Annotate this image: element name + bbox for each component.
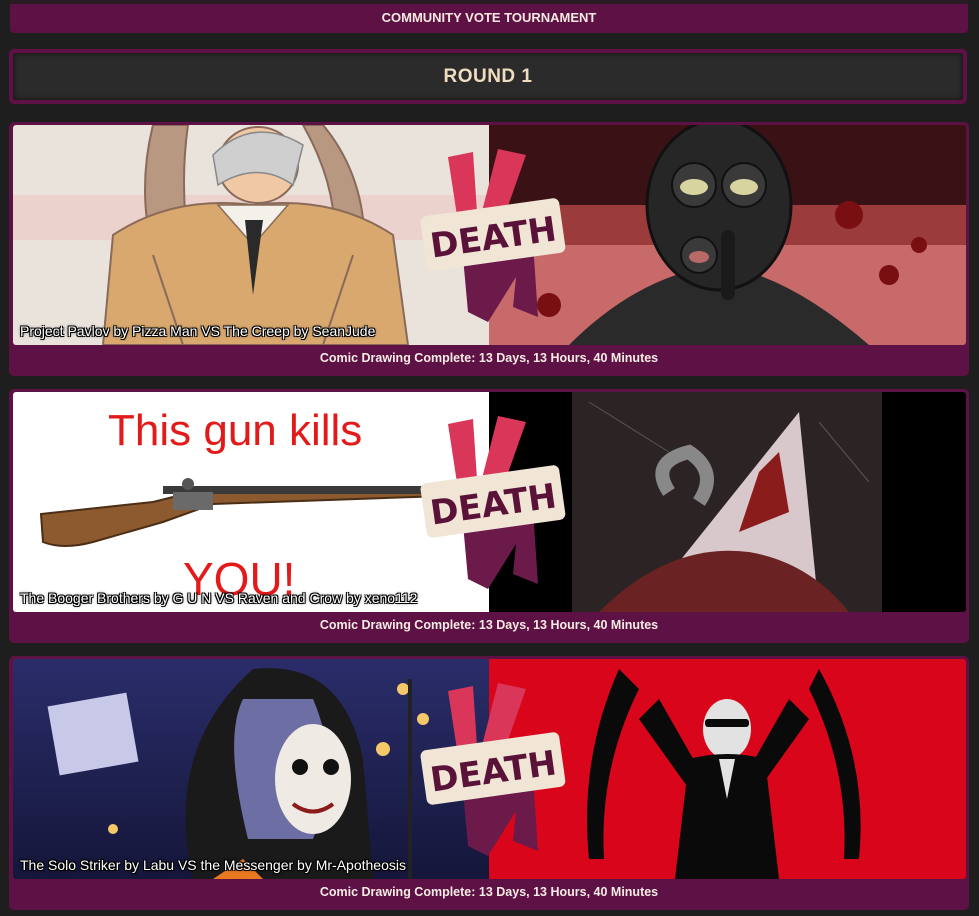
round-title-panel: ROUND 1 <box>13 53 963 100</box>
drawing-timer: Comic Drawing Complete: 13 Days, 13 Hour… <box>319 618 659 632</box>
drawing-timer: Comic Drawing Complete: 13 Days, 13 Hour… <box>319 885 659 899</box>
vs-death-logo-icon: DEATH <box>420 416 566 589</box>
drawing-timer: Comic Drawing Complete: 13 Days, 13 Hour… <box>319 351 659 365</box>
round-header: ROUND 1 <box>9 49 967 104</box>
tournament-header[interactable]: COMMUNITY VOTE TOURNAMENT <box>10 0 968 33</box>
vs-death-logo-icon: DEATH <box>420 683 566 856</box>
matchup-card-1[interactable]: DEATH Project Pavlov by Pizza Man VS The… <box>9 122 969 376</box>
banner-image-edge <box>10 0 968 4</box>
matchup-caption[interactable]: The Booger Brothers by G U N VS Raven an… <box>20 590 417 606</box>
matchup-caption[interactable]: The Solo Striker by Labu VS the Messenge… <box>20 857 406 873</box>
matchup-banner[interactable]: DEATH Project Pavlov by Pizza Man VS The… <box>13 125 966 345</box>
matchup-banner[interactable]: DEATH The Solo Striker by Labu VS the Me… <box>13 659 966 879</box>
tournament-label: COMMUNITY VOTE TOURNAMENT <box>381 10 597 25</box>
matchup-card-2[interactable]: This gun kills YOU! DEATH The Booger Bro… <box>9 389 969 643</box>
matchup-caption[interactable]: Project Pavlov by Pizza Man VS The Creep… <box>20 323 375 339</box>
vs-death-logo-icon: DEATH <box>420 149 566 322</box>
matchup-banner[interactable]: This gun kills YOU! DEATH The Booger Bro… <box>13 392 966 612</box>
matchup-card-3[interactable]: DEATH The Solo Striker by Labu VS the Me… <box>9 656 969 910</box>
round-title: ROUND 1 <box>443 65 533 87</box>
